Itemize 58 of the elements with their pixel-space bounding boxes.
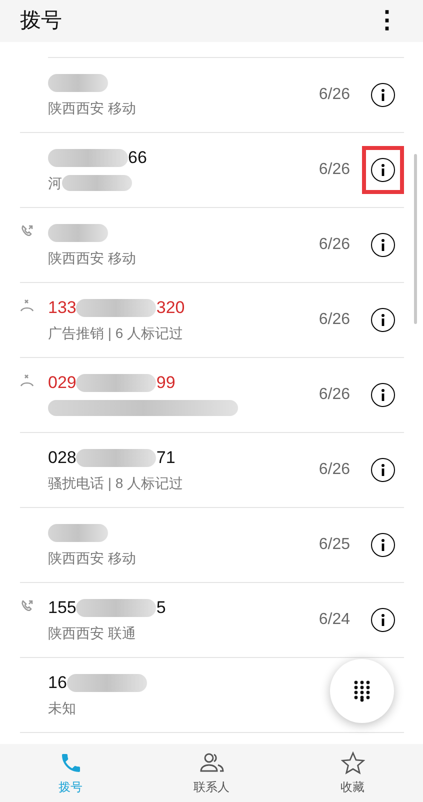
- phone-number: 155: [48, 597, 76, 620]
- info-button[interactable]: [371, 308, 395, 332]
- phone-number: 5: [156, 597, 166, 620]
- caller-location: 骚扰电话 | 8 人标记过: [48, 474, 184, 493]
- info-icon: [381, 464, 385, 476]
- phone-number: 99: [156, 372, 176, 394]
- phone-number: 71: [156, 447, 176, 470]
- info-button[interactable]: [371, 608, 395, 632]
- blur-mask: [48, 524, 108, 542]
- call-date: 6/26: [318, 235, 350, 255]
- outgoing-call-icon: [20, 599, 34, 613]
- caller-location: 广告推销 | 6 人标记过: [48, 324, 184, 343]
- call-date: 6/24: [318, 610, 350, 630]
- phone-number: 029: [48, 372, 76, 394]
- star-icon: [340, 750, 364, 774]
- call-date: 6/26: [318, 160, 350, 180]
- contacts-icon: [198, 750, 224, 774]
- phone-number: 320: [156, 297, 185, 320]
- phone-number: 16: [48, 672, 67, 694]
- info-icon: [381, 164, 385, 176]
- call-date: 6/26: [318, 460, 350, 480]
- nav-tab[interactable]: 收藏: [282, 744, 423, 802]
- dialpad-icon: [353, 680, 371, 702]
- caller-location: 河: [48, 174, 62, 192]
- phone-number: 133: [48, 297, 76, 320]
- missed-call-icon: [20, 299, 34, 313]
- blur-mask: [62, 175, 132, 191]
- info-button[interactable]: [371, 158, 395, 182]
- blur-mask: [48, 74, 108, 92]
- caller-location: 陕西西安 联通: [48, 624, 136, 642]
- info-button[interactable]: [371, 383, 395, 407]
- call-date: 6/26: [318, 85, 350, 105]
- call-date: 6/25: [318, 535, 350, 555]
- phone-number: 028: [48, 447, 76, 470]
- call-date: 6/26: [318, 385, 350, 405]
- nav-tab[interactable]: 联系人: [141, 744, 282, 802]
- info-button[interactable]: [371, 458, 395, 482]
- caller-location: 陕西西安 移动: [48, 248, 136, 268]
- info-icon: [381, 389, 385, 401]
- info-button[interactable]: [371, 533, 395, 557]
- phone-number: 66: [128, 147, 147, 170]
- outgoing-call-icon: [20, 224, 34, 238]
- page-title: 拨号: [20, 7, 62, 34]
- info-button[interactable]: [371, 83, 395, 107]
- caller-location: 陕西西安 移动: [48, 548, 136, 568]
- call-date: 6/26: [318, 310, 350, 330]
- caller-location: 陕西西安 移动: [48, 98, 136, 118]
- info-icon: [381, 539, 385, 551]
- menu-button[interactable]: ⋮: [371, 9, 403, 33]
- info-icon: [381, 239, 385, 251]
- info-button[interactable]: [371, 233, 395, 257]
- info-icon: [381, 314, 385, 326]
- dialpad-button[interactable]: [330, 659, 394, 723]
- caller-location: 未知: [48, 698, 76, 718]
- blur-mask: [48, 224, 108, 242]
- info-icon: [381, 89, 385, 101]
- info-icon: [381, 614, 385, 626]
- missed-call-icon: [20, 374, 34, 388]
